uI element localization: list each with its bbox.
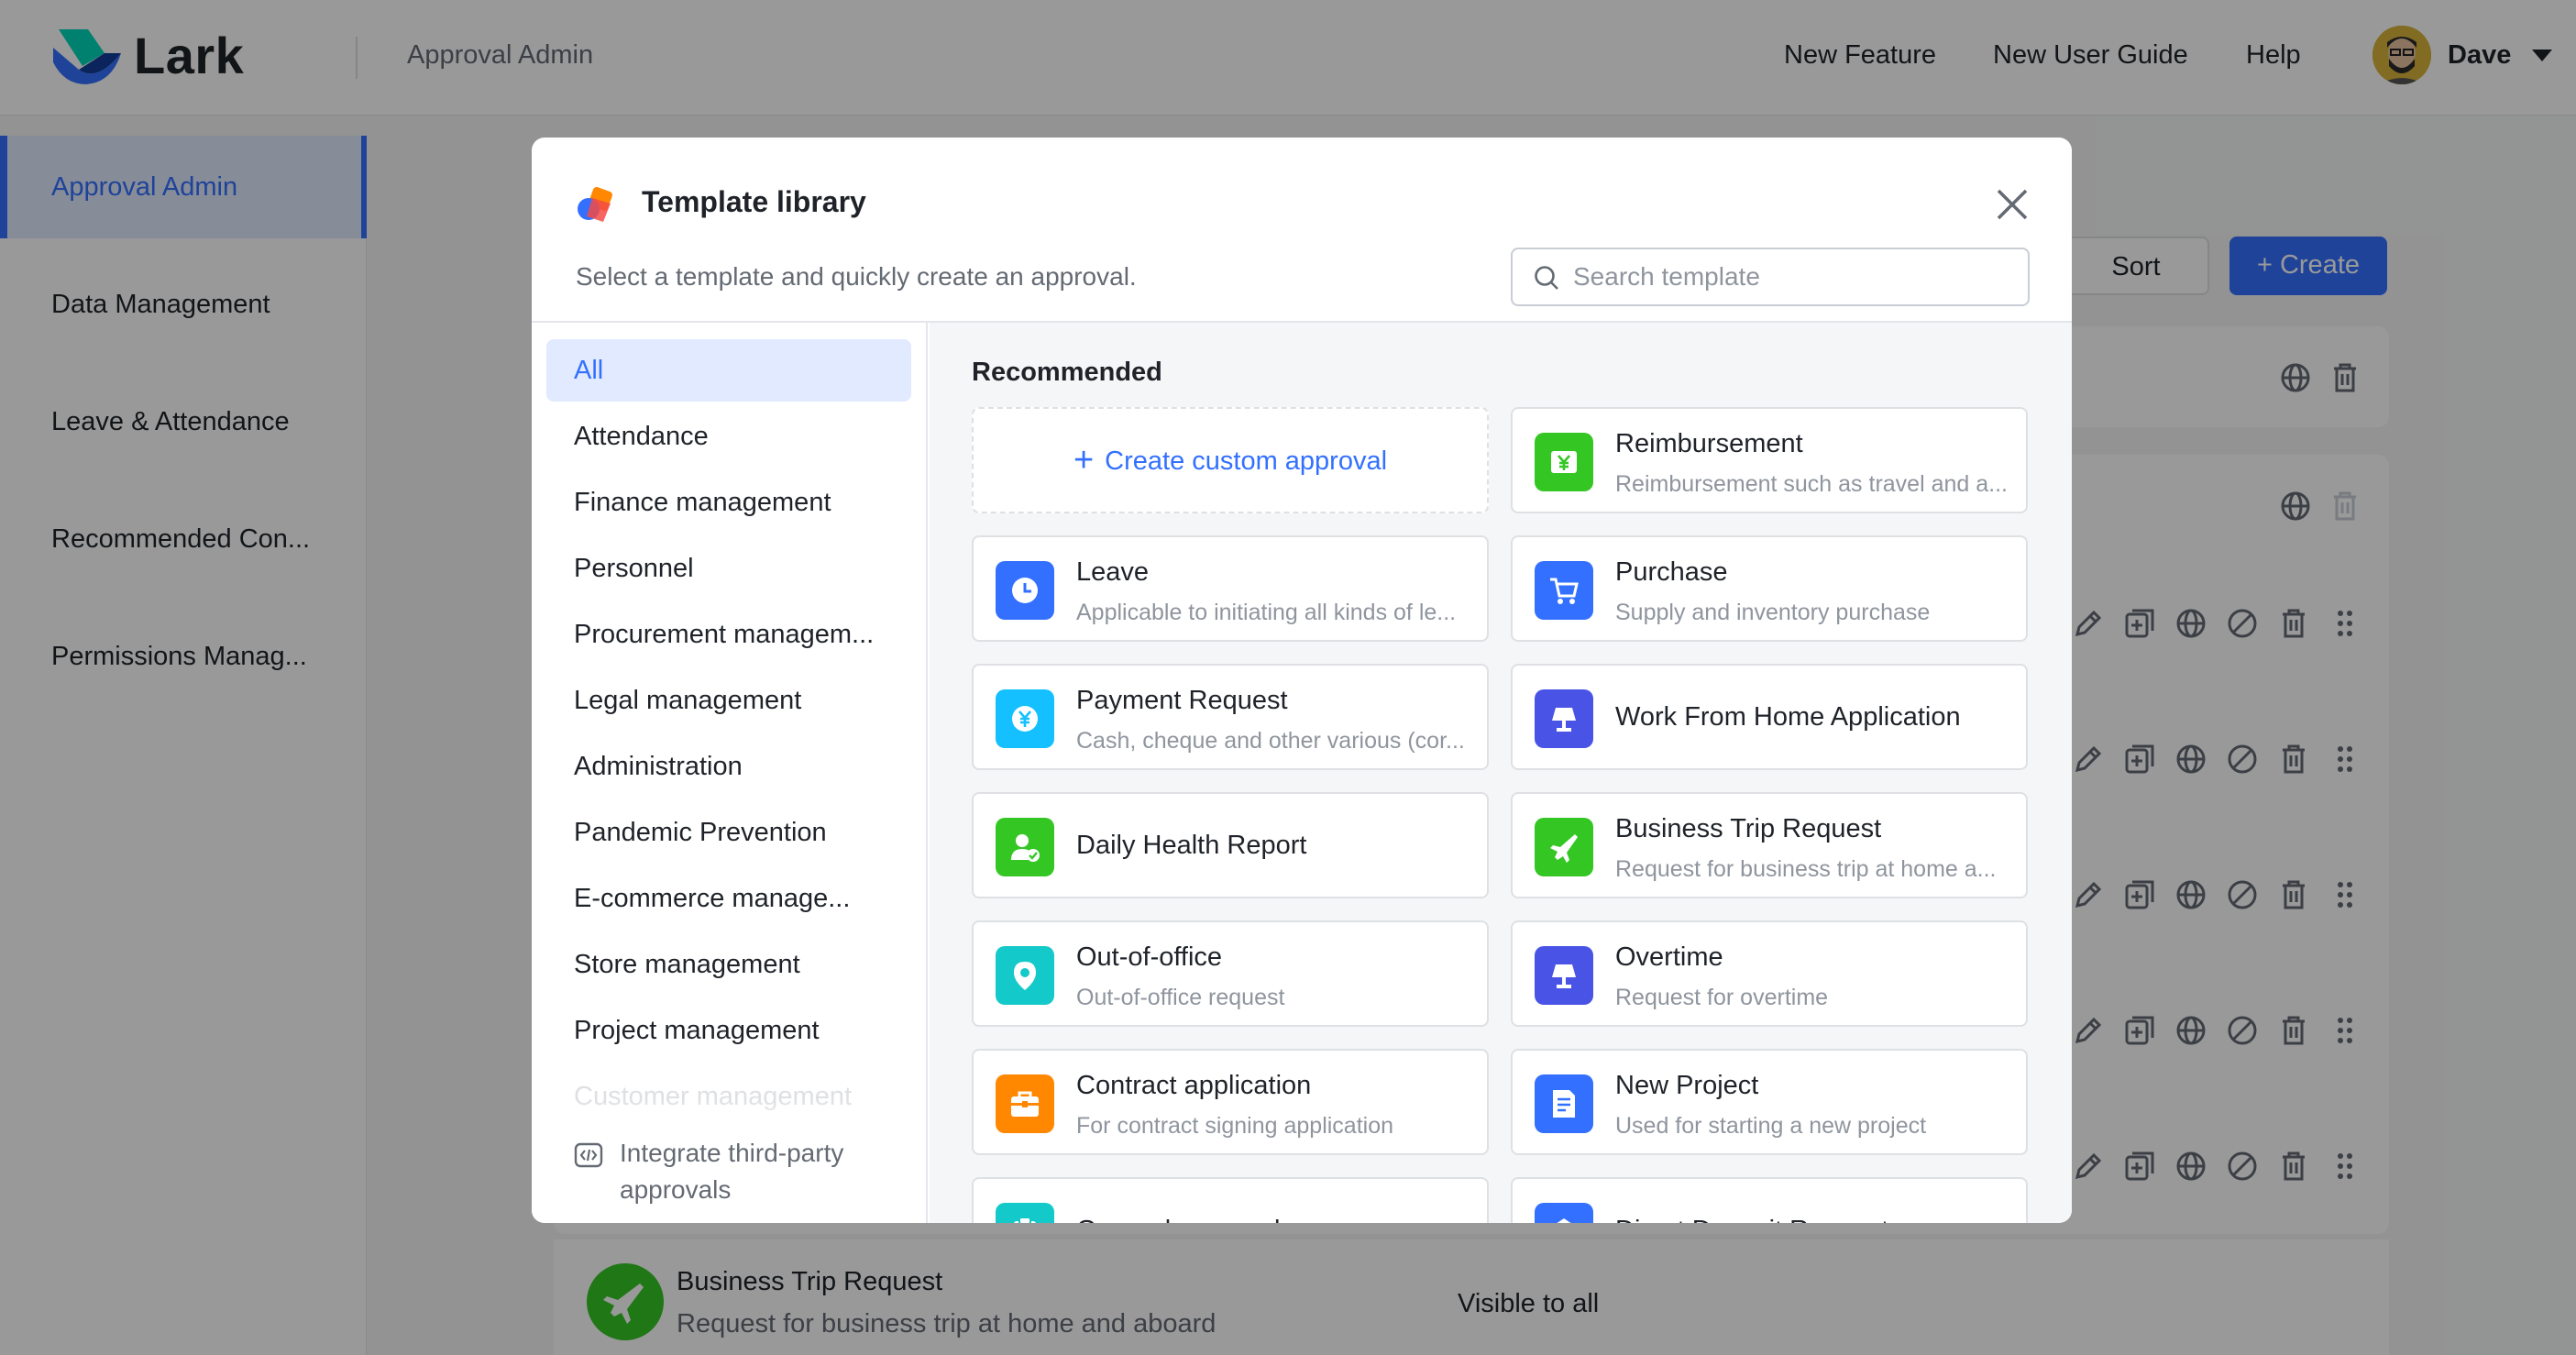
template-card-title: Leave [1076,557,1150,587]
category-item[interactable]: All [546,339,911,402]
category-item[interactable]: Store management [546,933,911,996]
template-card-title: Purchase [1615,557,1728,587]
search-box[interactable] [1511,248,2030,306]
category-item[interactable]: Pandemic Prevention [546,801,911,864]
modal-subtitle: Select a template and quickly create an … [576,262,1137,291]
integrate-label: Integrate third-party approvals [620,1139,844,1204]
template-card-desc: Reimbursement such as travel and a... [1615,471,2008,497]
integrate-third-party-link[interactable]: Integrate third-party approvals [532,1120,926,1223]
close-icon[interactable] [1991,183,2033,226]
location-pin-icon [996,946,1054,1005]
template-card[interactable]: New Project Used for starting a new proje… [1511,1049,2028,1155]
template-card-desc: Supply and inventory purchase [1615,600,1931,625]
template-library-logo-icon [578,187,612,222]
category-item[interactable]: Administration [546,735,911,798]
category-item[interactable]: E-commerce manage... [546,867,911,930]
category-item[interactable]: Personnel [546,537,911,600]
template-card-desc: Applicable to initiating all kinds of le… [1076,600,1457,625]
template-card-title: Business Trip Request [1615,814,1882,843]
template-card[interactable]: Payment Request Cash, cheque and other va… [972,664,1489,770]
template-card[interactable]: Overtime Request for overtime [1511,920,2028,1027]
template-card[interactable]: Leave Applicable to initiating all kinds … [972,535,1489,642]
lamp-icon [1535,689,1593,748]
template-card[interactable]: Direct Deposit Request [1511,1177,2028,1223]
category-item[interactable]: Attendance [546,405,911,468]
modal-title: Template library [642,185,866,218]
template-card[interactable]: Reimbursement Reimbursement such as trave… [1511,407,2028,513]
template-card-title: Daily Health Report [1076,831,1307,860]
code-icon [574,1142,603,1168]
template-card-title: Work From Home Application [1615,702,1961,732]
template-card-desc: Request for overtime [1615,985,1829,1010]
template-card[interactable]: Work From Home Application [1511,664,2028,770]
category-item[interactable]: Finance management [546,471,911,534]
health-user-icon [996,818,1054,876]
template-card-desc: Out-of-office request [1076,985,1285,1010]
template-card-title: Payment Request [1076,686,1288,715]
cart-icon [1535,561,1593,620]
template-card-desc: Cash, cheque and other various (cor... [1076,728,1465,754]
template-card[interactable]: Contract application For contract signing… [972,1049,1489,1155]
category-item[interactable]: Procurement managem... [546,603,911,666]
create-custom-approval-button[interactable]: + Create custom approval [972,407,1489,513]
clock-icon [996,561,1054,620]
template-library-modal: Template library Select a template and q… [532,138,2072,1223]
template-card-title: Out-of-office [1076,942,1223,972]
template-card-desc: For contract signing application [1076,1113,1394,1139]
template-card-desc: Used for starting a new project [1615,1113,1927,1139]
search-input[interactable] [1573,257,2013,297]
template-card-title: General approval [1076,1216,1476,1223]
category-item[interactable]: Project management [546,999,911,1062]
template-card[interactable]: Out-of-office Out-of-office request [972,920,1489,1027]
plus-icon: + [1073,441,1095,479]
bank-icon [1535,1203,1593,1223]
template-card[interactable]: General approval [972,1177,1489,1223]
template-card[interactable]: Daily Health Report [972,792,1489,898]
template-content: Recommended + Create custom approval Reim… [930,323,2072,1223]
search-icon [1535,266,1558,290]
clipboard-icon [996,1203,1054,1223]
airplane-icon [1535,818,1593,876]
template-card-title: Contract application [1076,1071,1312,1100]
template-card[interactable]: Purchase Supply and inventory purchase [1511,535,2028,642]
custom-approval-label: Create custom approval [1105,446,1388,476]
yen-coin-icon [996,689,1054,748]
template-card-title: Direct Deposit Request [1615,1216,2015,1223]
template-card-title: Reimbursement [1615,429,1803,458]
lamp-icon [1535,946,1593,1005]
document-icon [1535,1074,1593,1133]
template-card-title: New Project [1615,1071,1759,1100]
briefcase-icon [996,1074,1054,1133]
template-card-title: Overtime [1615,942,1723,972]
section-title: Recommended [972,358,1162,387]
yen-note-icon [1535,433,1593,491]
category-panel: All Attendance Finance management Personnel… [532,323,928,1223]
category-item[interactable]: Legal management [546,669,911,732]
template-card-desc: Request for business trip at home a... [1615,856,1997,882]
template-card[interactable]: Business Trip Request Request for busines… [1511,792,2028,898]
